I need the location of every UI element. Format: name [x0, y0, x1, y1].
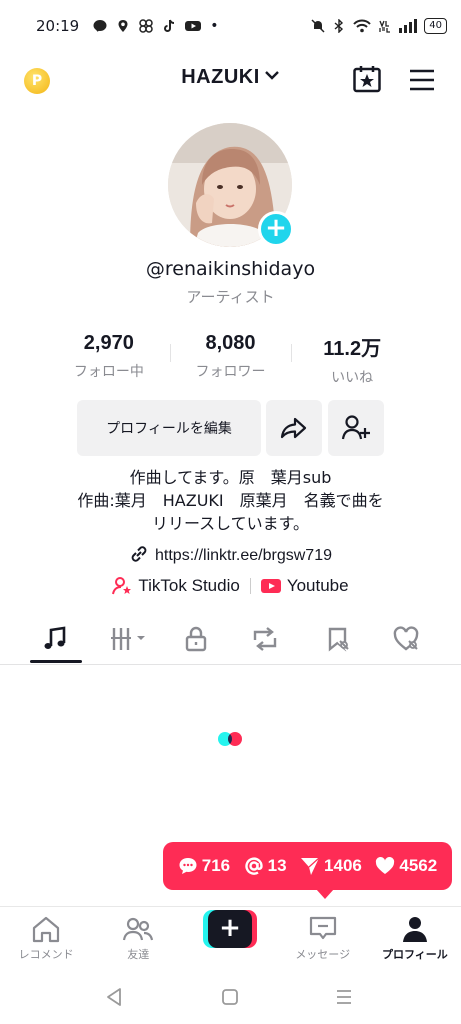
- signal-icon: [399, 19, 418, 33]
- home-icon: [32, 916, 60, 943]
- activity-notification-bubble[interactable]: 716 13 1406 4562: [163, 842, 452, 890]
- share-arrow-icon: [280, 417, 307, 439]
- chevron-down-icon: [264, 71, 279, 80]
- add-person-icon: [341, 415, 370, 440]
- home-square-icon[interactable]: [220, 986, 240, 1008]
- mute-icon: [311, 19, 325, 33]
- nav-friends[interactable]: 友達: [92, 907, 184, 970]
- linked-apps: TikTok Studio Youtube: [0, 576, 461, 596]
- status-bar: 20:19 • 40: [0, 0, 461, 52]
- youtube-label: Youtube: [286, 576, 349, 595]
- tab-liked[interactable]: [391, 623, 423, 655]
- profile-bio: 作曲してます。原 葉月sub 作曲:葉月 HAZUKI 原葉月 名義で曲を リリ…: [77, 468, 384, 533]
- heart-icon: [376, 857, 395, 874]
- account-switcher[interactable]: HAZUKI: [0, 66, 461, 89]
- nav-home[interactable]: レコメンド: [0, 907, 92, 970]
- friends-icon: [123, 917, 154, 941]
- volte-icon: [379, 20, 391, 33]
- profile-category: アーティスト: [186, 288, 275, 306]
- likes-notif-count: 4562: [399, 856, 438, 875]
- notification-pointer: [316, 889, 334, 899]
- following-label: フォロー中: [73, 364, 144, 380]
- clock: 20:19: [36, 17, 80, 35]
- following-stat[interactable]: 2,970 フォロー中: [48, 332, 170, 387]
- more-notifications-dot: •: [210, 18, 219, 34]
- bookmark-hidden-icon: [328, 627, 351, 652]
- profile-link-url: https://linktr.ee/brgsw719: [155, 547, 332, 564]
- likes-label: いいね: [331, 370, 374, 386]
- nav-inbox[interactable]: メッセージ: [277, 907, 369, 970]
- mentions-notification: 13: [244, 856, 287, 876]
- lock-icon: [185, 626, 207, 652]
- followers-notification: 1406: [300, 856, 362, 876]
- heart-hidden-icon: [393, 626, 420, 652]
- music-note-icon: [44, 626, 66, 649]
- tab-music[interactable]: [39, 623, 71, 655]
- message-icon: [309, 916, 336, 940]
- content-tabs: [0, 613, 461, 665]
- nav-home-label: レコメンド: [18, 948, 74, 961]
- grid-lines-icon: [111, 628, 145, 650]
- at-sign-icon: [244, 857, 263, 875]
- line-app-icon: [93, 20, 107, 32]
- followers-label: フォロワー: [195, 364, 266, 380]
- followers-notif-count: 1406: [324, 856, 362, 875]
- tab-favorites[interactable]: [322, 623, 354, 655]
- bluetooth-icon: [334, 19, 344, 33]
- account-username: HAZUKI: [181, 66, 260, 88]
- edit-profile-button[interactable]: プロフィールを編集: [77, 400, 261, 456]
- repost-icon: [253, 627, 277, 651]
- comments-notification: 716: [178, 856, 230, 876]
- pinwheel-icon: [139, 19, 153, 33]
- share-profile-button[interactable]: [266, 400, 322, 456]
- battery-indicator: 40: [424, 18, 447, 34]
- followers-count: 8,080: [205, 332, 256, 354]
- add-story-button[interactable]: +: [258, 211, 294, 247]
- nav-profile-label: プロフィール: [382, 948, 448, 961]
- tab-videos-grid[interactable]: [110, 623, 150, 655]
- nav-profile[interactable]: プロフィール: [369, 907, 461, 970]
- comments-count: 716: [201, 856, 231, 875]
- plus-icon: +: [208, 910, 252, 948]
- profile-header: P HAZUKI: [0, 52, 461, 108]
- comment-icon: [179, 858, 197, 874]
- menu-icon[interactable]: [408, 68, 436, 92]
- followers-stat[interactable]: 8,080 フォロワー: [169, 332, 292, 387]
- nav-inbox-label: メッセージ: [295, 948, 351, 961]
- profile-person-icon: [402, 917, 427, 942]
- loader-dot-red: [228, 732, 242, 746]
- tiktok-icon: [164, 19, 175, 32]
- profile-handle: @renaikinshidayo: [145, 258, 316, 280]
- back-icon[interactable]: [104, 986, 124, 1008]
- profile-link-row[interactable]: https://linktr.ee/brgsw719: [0, 545, 461, 565]
- active-tab-indicator: [30, 660, 82, 663]
- add-friend-button[interactable]: [328, 400, 384, 456]
- tiktok-studio-link[interactable]: TikTok Studio: [102, 576, 249, 596]
- profile-stats: 2,970 フォロー中 8,080 フォロワー 11.2万 いいね: [48, 332, 413, 387]
- mentions-count: 13: [267, 856, 287, 875]
- send-arrow-icon: [301, 857, 320, 875]
- create-post-button[interactable]: +: [203, 910, 257, 948]
- system-navigation-bar: [0, 980, 461, 1024]
- following-count: 2,970: [83, 332, 134, 354]
- tiktok-studio-label: TikTok Studio: [138, 576, 240, 595]
- likes-stat[interactable]: 11.2万 いいね: [291, 332, 413, 387]
- youtube-icon: [185, 21, 202, 31]
- tab-reposts[interactable]: [249, 623, 281, 655]
- link-icon: [131, 546, 147, 562]
- recents-icon[interactable]: [334, 986, 354, 1008]
- location-icon: [118, 20, 128, 32]
- youtube-link[interactable]: Youtube: [251, 576, 359, 596]
- wifi-icon: [353, 19, 371, 33]
- calendar-star-icon[interactable]: [352, 64, 382, 94]
- studio-person-star-icon: [112, 577, 132, 595]
- youtube-icon: [260, 579, 281, 593]
- likes-notification: 4562: [375, 856, 437, 876]
- likes-count: 11.2万: [323, 338, 382, 360]
- nav-friends-label: 友達: [127, 948, 150, 961]
- tab-private[interactable]: [180, 623, 212, 655]
